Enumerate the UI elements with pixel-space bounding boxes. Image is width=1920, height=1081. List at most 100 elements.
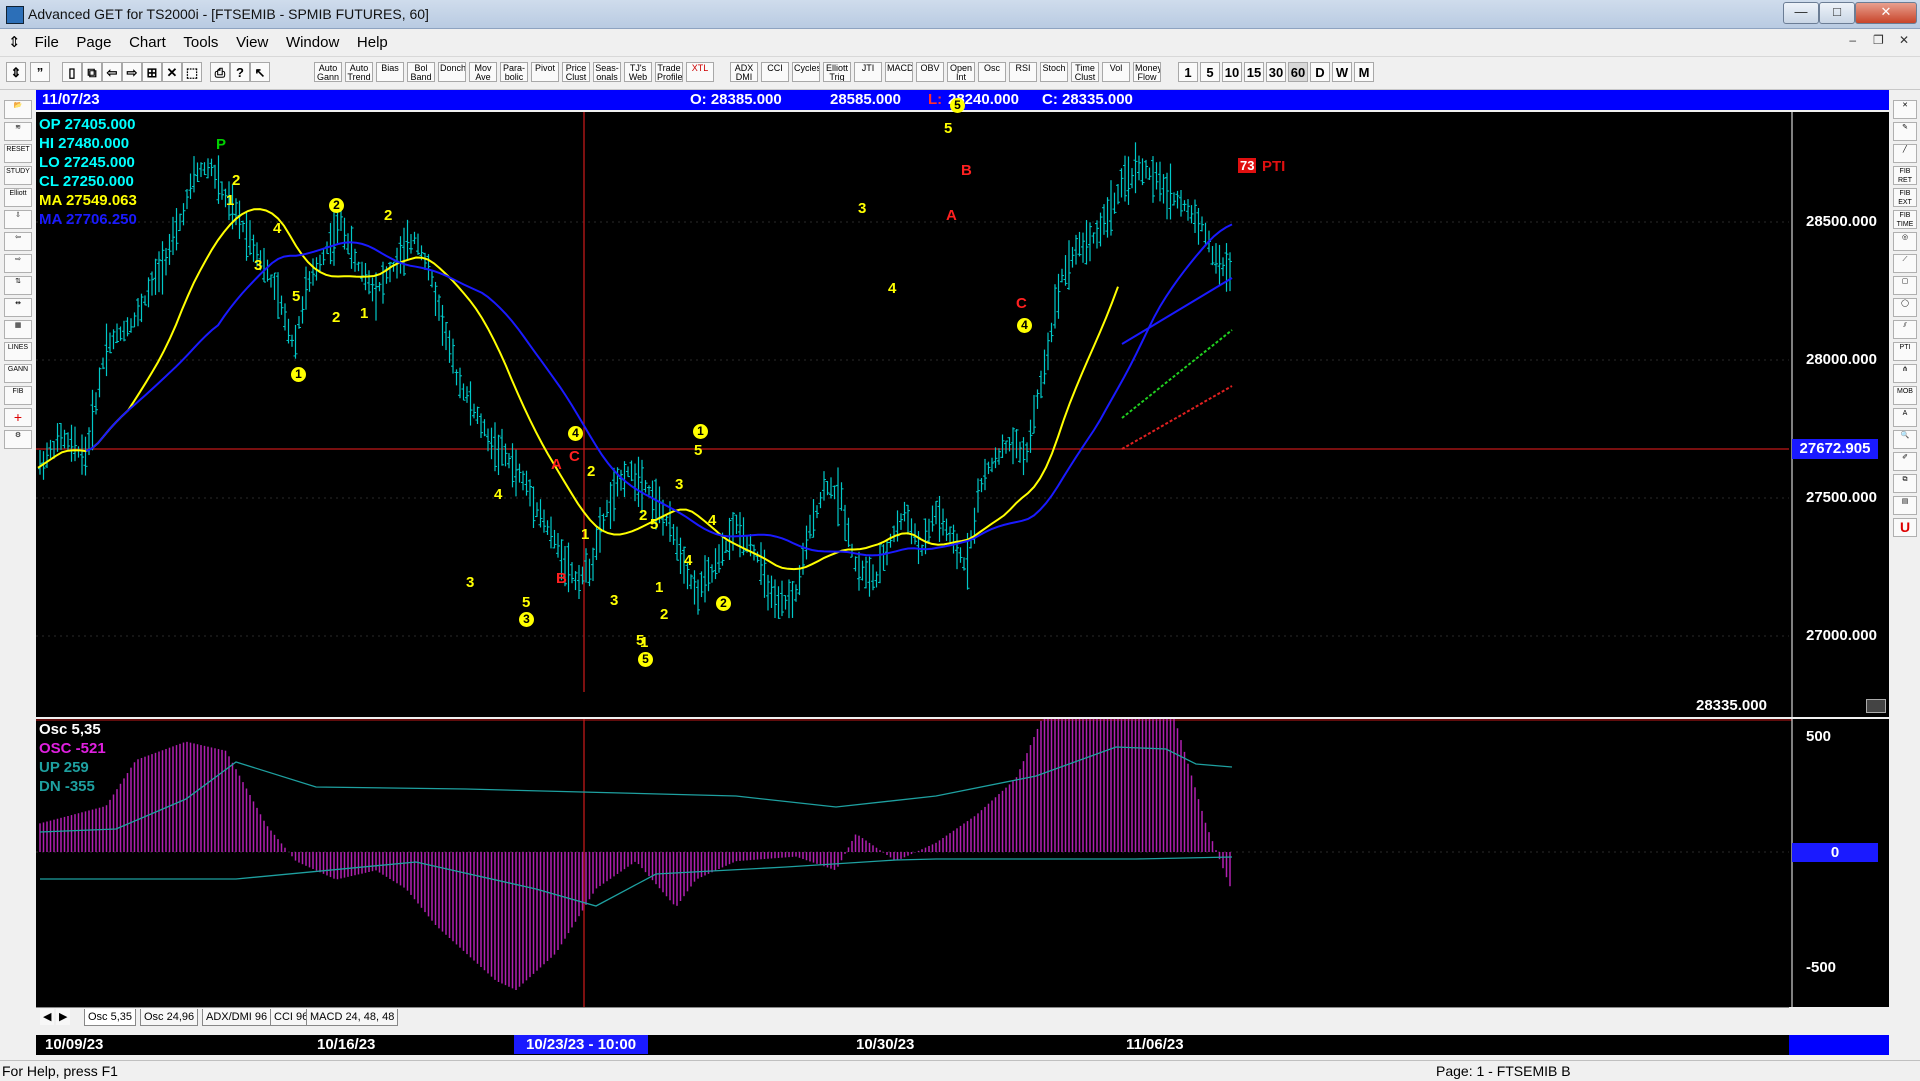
document-icon[interactable]: ⇕ [8,33,24,51]
study-icon[interactable]: STUDY [4,166,32,185]
settings-icon[interactable]: ⚙ [4,430,32,449]
channel-icon[interactable]: ⫽ [1893,320,1917,339]
u-icon[interactable]: U [1893,518,1917,537]
study-button-auto-gann[interactable]: Auto Gann [314,62,342,82]
study-button-auto-trend[interactable]: Auto Trend [345,62,373,82]
tab-scroll-right-icon[interactable]: ▶ [56,1009,71,1025]
pti-icon[interactable]: PTI [1893,342,1917,361]
down-arrow-icon[interactable]: ⇩ [4,210,32,229]
interval-button-15[interactable]: 15 [1244,62,1264,82]
study-button-open-int[interactable]: Open Int [947,62,975,82]
copy-icon[interactable]: ⧉ [82,62,102,82]
fib-ext-icon[interactable]: FIB EXT [1893,188,1917,207]
study-button-elliott-trig[interactable]: Elliott Trig [823,62,851,82]
study-button-cycles[interactable]: Cycles [792,62,820,82]
fib-icon[interactable]: FIB [4,386,32,405]
box-icon[interactable]: ▢ [1893,276,1917,295]
study-button-obv[interactable]: OBV [916,62,944,82]
fib-time-icon[interactable]: FIB TIME [1893,210,1917,229]
zoom-icon[interactable]: 🔍 [1893,430,1917,449]
back-icon[interactable]: ⇦ [102,62,122,82]
menu-file[interactable]: File [28,30,66,55]
forward-icon[interactable]: ⇨ [122,62,142,82]
study-button-xtl[interactable]: XTL [686,62,714,82]
menu-help[interactable]: Help [350,30,395,55]
cursor-icon[interactable]: ⬚ [182,62,202,82]
menu-window[interactable]: Window [279,30,346,55]
fan-icon[interactable]: ⟋ [1893,254,1917,273]
menu-page[interactable]: Page [69,30,118,55]
close-button[interactable]: ✕ [1855,2,1917,24]
study-button-seas-onals[interactable]: Seas- onals [593,62,621,82]
open-icon[interactable]: 📂 [4,100,32,119]
grid-icon[interactable]: ▦ [4,320,32,339]
cross-icon[interactable]: ✕ [162,62,182,82]
mdi-minimize-icon[interactable]: – [1843,33,1863,51]
study-button-pivot[interactable]: Pivot [531,62,559,82]
study-button-money-flow[interactable]: Money Flow [1133,62,1161,82]
study-button-para-bolic[interactable]: Para- bolic [500,62,528,82]
study-button-adx-dmi[interactable]: ADX DMI [730,62,758,82]
menu-view[interactable]: View [229,30,275,55]
study-button-vol[interactable]: Vol [1102,62,1130,82]
lines-icon[interactable]: LINES [4,342,32,361]
copy-icon[interactable]: ⧉ [1893,474,1917,493]
study-button-mov-ave[interactable]: Mov Ave [469,62,497,82]
study-button-bias[interactable]: Bias [376,62,404,82]
interval-button-w[interactable]: W [1332,62,1352,82]
context-help-icon[interactable]: ↖ [250,62,270,82]
tab-macd[interactable]: MACD 24, 48, 48 [306,1009,399,1026]
minimize-button[interactable]: — [1783,2,1819,24]
erase-icon[interactable]: ✕ [1893,100,1917,119]
maximize-button[interactable]: □ [1819,2,1855,24]
study-button-jti[interactable]: JTI [854,62,882,82]
interval-button-m[interactable]: M [1354,62,1374,82]
interval-button-60[interactable]: 60 [1288,62,1308,82]
help-icon[interactable]: ? [230,62,250,82]
mdi-close-icon[interactable]: ✕ [1894,33,1914,51]
reset-icon[interactable]: RESET [4,144,32,163]
interval-button-10[interactable]: 10 [1222,62,1242,82]
price-chart[interactable]: OP 27405.000 HI 27480.000 LO 27245.000 C… [36,98,1889,717]
marker-icon[interactable]: ✐ [1893,452,1917,471]
tab-osc-24-96[interactable]: Osc 24,96 [140,1009,199,1026]
tab-scroll-left-icon[interactable]: ◀ [40,1009,55,1025]
elliott-wave-icon[interactable]: Elliott [4,188,32,207]
study-button-rsi[interactable]: RSI [1009,62,1037,82]
study-button-trade-profile[interactable]: Trade Profile [655,62,683,82]
list-icon[interactable]: ▤ [1893,496,1917,515]
menu-tools[interactable]: Tools [176,30,225,55]
study-button-tj-s-web[interactable]: TJ's Web [624,62,652,82]
study-button-macd[interactable]: MACD [885,62,913,82]
new-page-icon[interactable]: ▯ [62,62,82,82]
fib-ret-icon[interactable]: FIB RET [1893,166,1917,185]
study-button-time-clust[interactable]: Time Clust [1071,62,1099,82]
pitchfork-icon[interactable]: ⋔ [1893,364,1917,383]
quote-icon[interactable]: ” [30,62,50,82]
mdi-restore-icon[interactable]: ❐ [1868,33,1888,51]
crosshair-icon[interactable]: + [4,408,32,427]
tab-osc-5-35[interactable]: Osc 5,35 [84,1009,137,1026]
mob-icon[interactable]: MOB [1893,386,1917,405]
ellipse-icon[interactable]: ◯ [1893,298,1917,317]
tab-adx-dmi[interactable]: ADX/DMI 96 [202,1009,272,1026]
left-arrow-icon[interactable]: ⇦ [4,232,32,251]
study-button-stoch[interactable]: Stoch [1040,62,1068,82]
measure-icon[interactable]: ⇹ [4,298,32,317]
circle-icon[interactable]: ◎ [1893,232,1917,251]
pencil-icon[interactable]: ✎ [1893,122,1917,141]
study-button-donch[interactable]: Donch [438,62,466,82]
elliott-icon[interactable]: ≋ [4,122,32,141]
print-icon[interactable]: ⎙ [210,62,230,82]
study-button-price-clust[interactable]: Price Clust [562,62,590,82]
menu-chart[interactable]: Chart [122,30,173,55]
interval-button-d[interactable]: D [1310,62,1330,82]
text-icon[interactable]: A [1893,408,1917,427]
split-icon[interactable]: ⊞ [142,62,162,82]
chart-options-icon[interactable] [1866,699,1886,713]
gann-icon[interactable]: GANN [4,364,32,383]
right-arrow-icon[interactable]: ⇨ [4,254,32,273]
oscillator-pane[interactable]: Osc 5,35 OSC -521 UP 259 DN -355 500 0 -… [36,719,1889,1007]
line-icon[interactable]: ╱ [1893,144,1917,163]
study-button-cci[interactable]: CCI [761,62,789,82]
